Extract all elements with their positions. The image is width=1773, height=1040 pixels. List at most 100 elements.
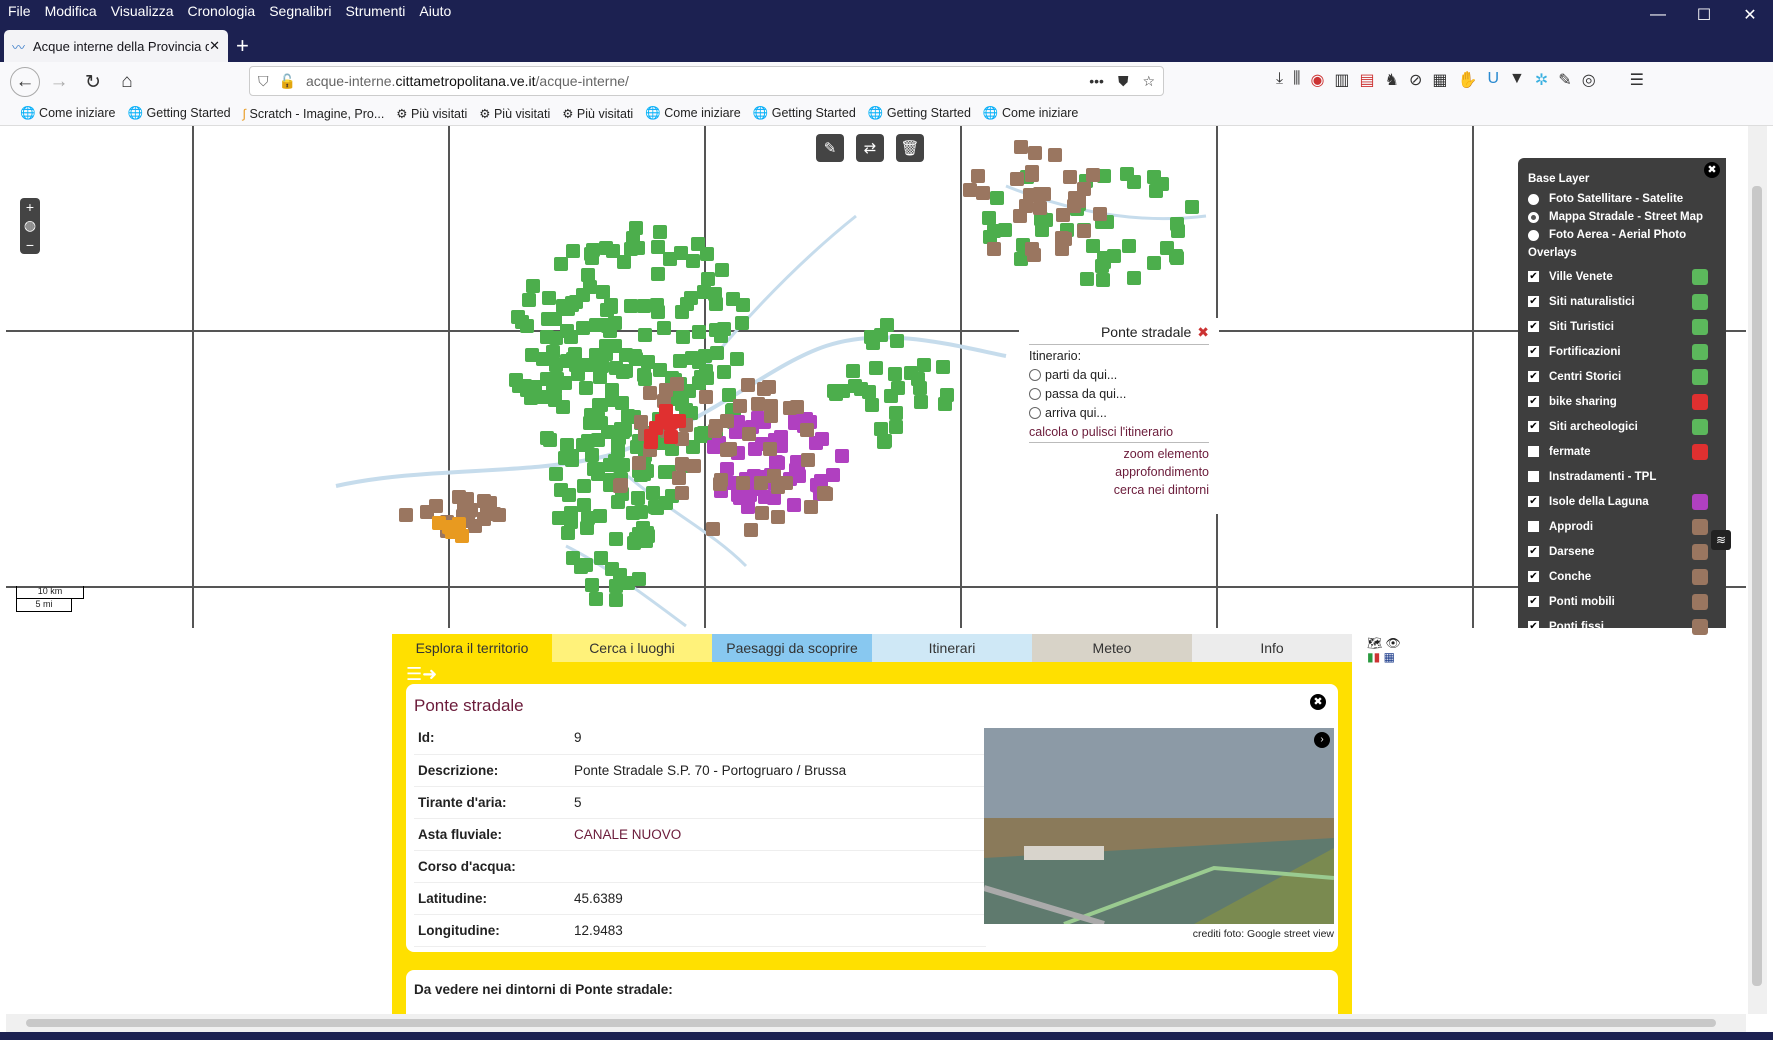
sidebar-icon[interactable]: ▥ [1334, 70, 1349, 90]
radio-via[interactable]: passa da qui... [1029, 387, 1209, 401]
map-marker-icon[interactable] [511, 310, 525, 324]
map-marker-icon[interactable] [631, 491, 645, 505]
map-marker-icon[interactable] [566, 551, 580, 565]
map-marker-icon[interactable] [452, 517, 466, 531]
bookmark-item[interactable]: ∫ Scratch - Imagine, Pro... [243, 107, 385, 121]
map-marker-icon[interactable] [864, 330, 878, 344]
map-marker-icon[interactable] [1170, 251, 1184, 265]
map-marker-icon[interactable] [560, 438, 574, 452]
map-marker-icon[interactable] [477, 494, 491, 508]
map-marker-icon[interactable] [1010, 172, 1024, 186]
hamburger-menu-icon[interactable]: ☰ [1630, 70, 1644, 90]
map-marker-icon[interactable] [751, 397, 765, 411]
radio-icon[interactable] [1029, 369, 1041, 381]
map-marker-icon[interactable] [726, 292, 740, 306]
map-marker-icon[interactable] [579, 381, 593, 395]
map-marker-icon[interactable] [1122, 239, 1136, 253]
star-icon[interactable]: ☆ [1142, 73, 1155, 90]
map-marker-icon[interactable] [1096, 273, 1110, 287]
overlay-item[interactable]: ✔ bike sharing [1528, 389, 1716, 414]
map-marker-icon[interactable] [913, 381, 927, 395]
map-marker-icon[interactable] [1147, 256, 1161, 270]
map-marker-icon[interactable] [694, 427, 708, 441]
map-marker-icon[interactable] [938, 397, 952, 411]
map-marker-icon[interactable] [542, 291, 556, 305]
detail-value[interactable]: CANALE NUOVO [570, 818, 986, 851]
street-photo[interactable]: › [984, 728, 1334, 924]
globe-icon[interactable]: ◍ [24, 217, 36, 234]
trash-icon[interactable]: 🗑 [896, 134, 924, 162]
map-marker-icon[interactable] [629, 532, 643, 546]
map-marker-icon[interactable] [634, 415, 648, 429]
map-marker-icon[interactable] [1028, 146, 1042, 160]
map-marker-icon[interactable] [650, 501, 664, 515]
map-marker-icon[interactable] [890, 334, 904, 348]
map-marker-icon[interactable] [1086, 239, 1100, 253]
bookmark-item[interactable]: 🌐 Come iniziare [645, 106, 740, 121]
map-marker-icon[interactable] [609, 361, 623, 375]
map-marker-icon[interactable] [692, 325, 706, 339]
map-marker-icon[interactable] [616, 458, 630, 472]
map-marker-icon[interactable] [541, 312, 555, 326]
map-marker-icon[interactable] [675, 457, 689, 471]
pencil-icon[interactable]: ✎ [816, 134, 844, 162]
map-marker-icon[interactable] [687, 459, 701, 473]
map-marker-icon[interactable] [1014, 140, 1028, 154]
menu-visualizza[interactable]: Visualizza [111, 3, 174, 19]
approfondimento-link[interactable]: approfondimento [1029, 465, 1209, 479]
checkbox-icon[interactable]: ✔ [1528, 396, 1539, 407]
map-marker-icon[interactable] [644, 435, 658, 449]
map-marker-icon[interactable] [987, 242, 1001, 256]
zoom-control[interactable]: + ◍ − [20, 198, 40, 254]
map-marker-icon[interactable] [755, 506, 769, 520]
map-marker-icon[interactable] [664, 415, 678, 429]
map-marker-icon[interactable] [982, 211, 996, 225]
map-marker-icon[interactable] [1185, 200, 1199, 214]
photo-next-icon[interactable]: › [1314, 732, 1330, 748]
map-marker-icon[interactable] [576, 321, 590, 335]
map-marker-icon[interactable] [990, 191, 1004, 205]
map-marker-icon[interactable] [682, 384, 696, 398]
menu-file[interactable]: File [8, 3, 31, 19]
menu-segnalibri[interactable]: Segnalibri [269, 3, 331, 19]
map-marker-icon[interactable] [579, 558, 593, 572]
flag-uk-icon[interactable]: ▦ [1384, 650, 1395, 664]
map-marker-icon[interactable] [709, 419, 723, 433]
checkbox-icon[interactable]: ✔ [1528, 621, 1539, 632]
map-marker-icon[interactable] [680, 297, 694, 311]
map-marker-icon[interactable] [663, 252, 677, 266]
menu-strumenti[interactable]: Strumenti [345, 3, 405, 19]
map-marker-icon[interactable] [771, 480, 785, 494]
map-marker-icon[interactable] [1120, 167, 1134, 181]
zoom-out-icon[interactable]: − [26, 237, 34, 253]
map-marker-icon[interactable] [1035, 223, 1049, 237]
map-marker-icon[interactable] [637, 368, 651, 382]
map-marker-icon[interactable] [554, 257, 568, 271]
map-marker-icon[interactable] [615, 396, 629, 410]
checkbox-icon[interactable] [1528, 521, 1539, 532]
overlay-item[interactable]: ✔ Siti archeologici [1528, 414, 1716, 439]
map-marker-icon[interactable] [1149, 184, 1163, 198]
map-marker-icon[interactable] [617, 255, 631, 269]
tab-0[interactable]: Esplora il territorio [392, 634, 552, 662]
map-marker-icon[interactable] [706, 522, 720, 536]
forward-icon[interactable]: → [44, 67, 74, 97]
bookmark-item[interactable]: 🌐 Getting Started [868, 106, 971, 121]
checkbox-icon[interactable]: ✔ [1528, 321, 1539, 332]
map-marker-icon[interactable] [560, 354, 574, 368]
map-marker-icon[interactable] [1027, 248, 1041, 262]
map-marker-icon[interactable] [603, 324, 617, 338]
map-marker-icon[interactable] [835, 449, 849, 463]
map-marker-icon[interactable] [585, 578, 599, 592]
map-marker-icon[interactable] [1127, 271, 1141, 285]
map-marker-icon[interactable] [904, 366, 918, 380]
map-marker-icon[interactable] [540, 372, 554, 386]
detail-close-icon[interactable]: ✖ [1310, 694, 1326, 710]
menu-arrow-icon[interactable]: ☰➜ [406, 664, 437, 685]
horizontal-scrollbar[interactable] [6, 1014, 1746, 1032]
map-marker-icon[interactable] [771, 510, 785, 524]
map-marker-icon[interactable] [717, 365, 731, 379]
close-tab-icon[interactable]: ✕ [209, 38, 220, 54]
back-icon[interactable]: ← [10, 67, 40, 97]
home-icon[interactable]: ⌂ [112, 67, 142, 97]
